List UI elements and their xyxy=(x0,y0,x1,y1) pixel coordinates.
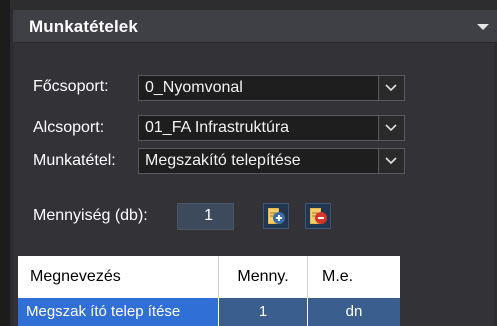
alcsoport-label: Alcsoport: xyxy=(33,119,105,136)
panel-title: Munkatételek xyxy=(29,17,138,36)
table-row-name[interactable]: Megszak ító telep ítése xyxy=(18,298,218,326)
remove-icon xyxy=(310,208,327,224)
table-row-quantity[interactable]: 1 xyxy=(219,298,307,326)
table-row-unit[interactable]: dn xyxy=(308,298,400,326)
chevron-down-icon xyxy=(385,124,397,132)
left-strip xyxy=(0,0,10,326)
remove-item-button[interactable] xyxy=(305,203,331,229)
column-header-unit[interactable]: M.e. xyxy=(308,256,400,298)
focsoport-dropdown-button[interactable] xyxy=(378,76,404,100)
panel-header: Munkatételek xyxy=(13,10,497,43)
add-icon xyxy=(268,208,285,224)
quantity-label: Mennyiség (db): xyxy=(33,207,148,224)
work-items-panel: Munkatételek Főcsoport: 0_Nyomvonal Alcs… xyxy=(0,0,497,326)
panel-menu-icon[interactable] xyxy=(477,24,489,30)
quantity-input[interactable]: 1 xyxy=(177,203,234,230)
work-items-table: Megnevezés Menny. M.e. Megszak ító telep… xyxy=(18,256,400,326)
munkatetel-label: Munkatétel: xyxy=(33,152,116,169)
column-header-quantity[interactable]: Menny. xyxy=(219,256,307,298)
add-item-button[interactable] xyxy=(263,203,289,229)
alcsoport-value: 01_FA Infrastruktúra xyxy=(145,119,290,136)
chevron-down-icon xyxy=(385,157,397,165)
focsoport-label: Főcsoport: xyxy=(33,78,109,95)
chevron-down-icon xyxy=(385,84,397,92)
munkatetel-dropdown-button[interactable] xyxy=(378,149,404,173)
munkatetel-value: Megszakító telepítése xyxy=(145,152,301,169)
munkatetel-combo[interactable]: Megszakító telepítése xyxy=(138,148,405,174)
alcsoport-dropdown-button[interactable] xyxy=(378,116,404,140)
column-header-name[interactable]: Megnevezés xyxy=(18,256,218,298)
focsoport-value: 0_Nyomvonal xyxy=(145,79,243,96)
focsoport-combo[interactable]: 0_Nyomvonal xyxy=(138,75,405,101)
alcsoport-combo[interactable]: 01_FA Infrastruktúra xyxy=(138,115,405,141)
